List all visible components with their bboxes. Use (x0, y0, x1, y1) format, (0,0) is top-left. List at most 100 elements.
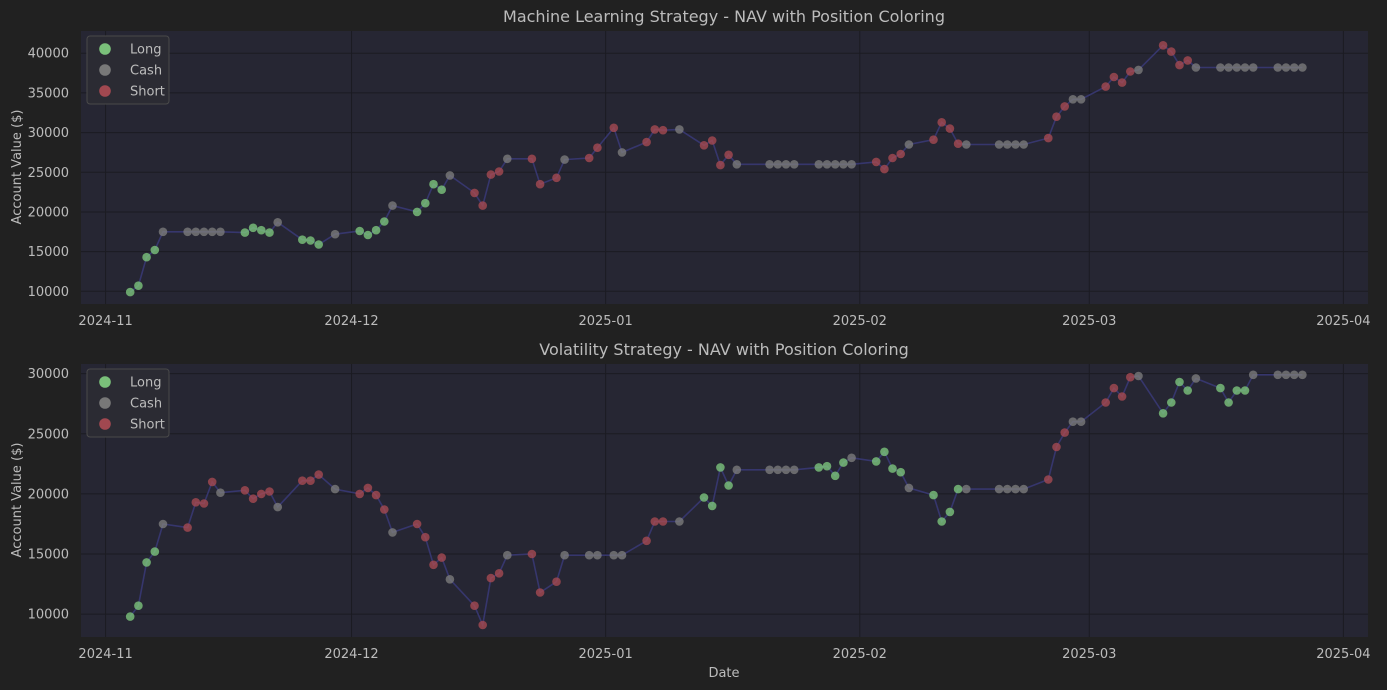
nav-point-short (199, 499, 209, 508)
nav-point-short (658, 125, 668, 135)
nav-point-cash (1289, 370, 1299, 380)
nav-point-short (535, 588, 545, 597)
nav-point-long (1232, 386, 1242, 395)
legend-marker-long (99, 376, 111, 388)
nav-point-short (888, 153, 897, 163)
nav-point-short (1109, 72, 1119, 82)
nav-point-cash (994, 140, 1004, 149)
nav-point-cash (1298, 370, 1307, 380)
legend-marker-cash (99, 397, 111, 409)
nav-point-long (1167, 398, 1176, 407)
nav-point-cash (617, 550, 627, 560)
nav-point-long (142, 252, 151, 262)
nav-point-cash (560, 550, 569, 560)
nav-point-cash (388, 201, 397, 210)
legend-marker-short (99, 85, 111, 97)
nav-point-cash (503, 550, 512, 560)
nav-point-short (1044, 133, 1053, 143)
y-tick-label: 25000 (28, 166, 69, 181)
nav-point-long (871, 457, 881, 466)
nav-point-short (1052, 442, 1061, 452)
nav-point-cash (781, 160, 791, 169)
nav-point-long (240, 228, 250, 237)
nav-point-long (248, 223, 258, 233)
nav-point-cash (1019, 484, 1028, 494)
nav-point-cash (675, 125, 684, 134)
nav-point-cash (1289, 63, 1299, 72)
nav-point-cash (1134, 65, 1143, 75)
nav-point-short (248, 494, 258, 504)
legend: Long Cash Short (86, 35, 170, 105)
nav-point-short (896, 149, 905, 159)
legend-label-cash: Cash (130, 397, 162, 412)
nav-point-long (830, 471, 840, 481)
nav-point-long (716, 463, 725, 472)
nav-point-cash (273, 218, 283, 227)
nav-point-long (896, 467, 905, 477)
nav-point-cash (962, 140, 971, 149)
nav-point-short (552, 173, 561, 183)
nav-point-cash (789, 160, 799, 169)
nav-point-long (314, 240, 324, 249)
nav-point-short (265, 487, 274, 496)
nav-point-cash (503, 154, 512, 164)
nav-point-short (593, 143, 602, 152)
nav-point-short (552, 577, 561, 586)
y-tick-label: 40000 (28, 47, 69, 62)
nav-point-short (486, 170, 496, 179)
nav-point-cash (1011, 140, 1020, 149)
nav-point-short (1052, 112, 1061, 121)
nav-point-cash (1076, 95, 1086, 104)
nav-point-cash (814, 160, 824, 169)
nav-point-cash (207, 227, 217, 237)
nav-point-short (929, 135, 938, 144)
nav-point-short (421, 532, 430, 542)
nav-point-short (1126, 67, 1135, 76)
y-axis-label: Account Value ($) (10, 443, 25, 558)
nav-point-cash (1191, 374, 1201, 383)
nav-point-short (240, 486, 250, 495)
y-tick-label: 10000 (28, 285, 69, 300)
nav-point-cash (839, 160, 848, 169)
nav-point-short (535, 179, 545, 189)
y-axis-label: Account Value ($) (10, 110, 25, 225)
nav-point-cash (191, 227, 201, 237)
legend-label-long: Long (130, 43, 161, 58)
nav-point-short (207, 477, 217, 487)
y-tick-label: 30000 (28, 367, 69, 382)
nav-point-cash (1011, 484, 1020, 494)
nav-point-cash (675, 517, 684, 526)
nav-point-cash (216, 488, 225, 498)
nav-point-cash (1068, 417, 1078, 427)
x-tick-label: 2025-03 (1062, 647, 1116, 662)
legend-marker-long (99, 43, 111, 55)
nav-point-cash (765, 465, 774, 475)
nav-point-short (355, 489, 365, 499)
nav-point-long (421, 198, 430, 208)
y-tick-label: 15000 (28, 245, 69, 260)
nav-point-cash (1003, 484, 1012, 494)
nav-point-short (880, 164, 889, 174)
nav-point-cash (1068, 95, 1078, 104)
nav-point-short (363, 483, 373, 493)
nav-point-long (355, 226, 365, 236)
legend-label-cash: Cash (130, 64, 162, 79)
figure-canvas: Machine Learning Strategy - NAV with Pos… (0, 0, 1387, 690)
nav-point-short (494, 167, 504, 176)
y-tick-label: 30000 (28, 126, 69, 141)
nav-point-long (125, 287, 135, 297)
nav-point-cash (847, 453, 856, 463)
nav-point-cash (593, 550, 602, 560)
nav-point-short (699, 141, 709, 150)
nav-point-long (306, 236, 315, 245)
nav-point-short (937, 118, 946, 127)
nav-point-cash (1191, 63, 1201, 72)
nav-point-short (707, 136, 717, 145)
nav-point-long (822, 461, 832, 471)
nav-point-short (658, 517, 668, 526)
nav-point-long (142, 558, 151, 567)
nav-point-short (1117, 78, 1127, 87)
nav-point-short (1101, 82, 1110, 91)
x-tick-label: 2025-02 (833, 314, 887, 329)
nav-point-cash (183, 227, 192, 237)
